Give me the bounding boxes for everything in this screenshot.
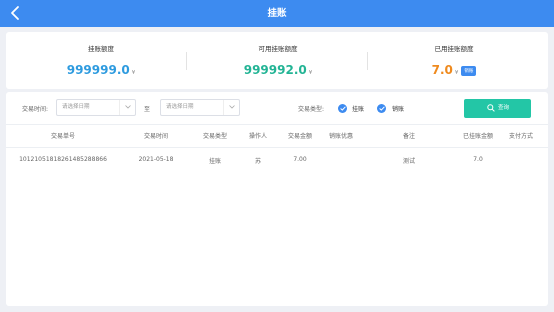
used-limit-label: 已用挂账额度 [434,45,474,53]
column-header: 已挂账金额 [462,133,494,140]
chevron-down-icon [125,105,131,109]
credit-limit-stat: 挂账额度 999999.0 ¥ [11,32,191,89]
check-icon [378,106,385,111]
divider [6,124,548,125]
type-checkbox-writeoff[interactable] [377,104,386,113]
query-label: 查询 [498,105,510,111]
trade-type-label: 交易类型: [298,106,325,113]
check-icon [339,106,346,111]
credit-limit-unit: ¥ [131,70,136,76]
available-limit-label: 可用挂账额度 [258,45,298,53]
records-panel: 交易时间: 请选择日期 至 请选择日期 交易类型: 挂账 销账 查询 交易单号 … [6,92,548,306]
column-header: 交易时间 [143,133,169,140]
credit-limit-value: 999999.0 [66,63,130,77]
end-date-placeholder: 请选择日期 [166,104,194,110]
to-label: 至 [144,106,151,113]
divider [6,147,548,148]
used-limit-value: 7.0 [431,63,453,77]
cell-order-no: 10121051818261485288866 [19,156,107,163]
type-checkbox-charge[interactable] [338,104,347,113]
column-header: 销账优惠 [328,133,354,140]
available-limit-value: 999992.0 [243,63,307,77]
cell-amount: 7.00 [293,156,307,163]
credit-limit-label: 挂账额度 [88,45,114,53]
query-button[interactable]: 查询 [464,99,531,118]
end-date-dropdown[interactable] [223,100,239,115]
summary-card: 挂账额度 999999.0 ¥ 可用挂账额度 999992.0 ¥ 已用挂账额度 7… [6,32,548,89]
column-header: 交易金额 [287,133,313,140]
top-bar: 挂账 [0,0,554,27]
divider [186,52,187,70]
start-date-dropdown[interactable] [119,100,135,115]
chevron-down-icon [229,105,235,109]
cell-operator: 苏 [254,158,262,165]
start-date-picker[interactable]: 请选择日期 [56,99,136,116]
used-limit-stat: 已用挂账额度 7.0 ¥ 销账 [364,32,544,89]
type-option-writeoff[interactable]: 销账 [392,104,404,113]
write-off-button[interactable]: 销账 [461,66,477,76]
available-limit-unit: ¥ [308,70,313,76]
column-header: 支付方式 [508,133,534,140]
column-header: 交易类型 [202,133,228,140]
search-icon [487,104,495,112]
cell-trade-time: 2021-05-18 [138,156,174,163]
page-title: 挂账 [267,8,287,19]
cell-trade-type: 挂账 [208,158,222,165]
column-header: 操作人 [248,133,268,140]
column-header: 备注 [402,133,416,140]
trade-time-label: 交易时间: [22,106,49,113]
column-header: 交易单号 [50,133,76,140]
type-option-charge[interactable]: 挂账 [352,104,364,113]
cell-charged-amount: 7.0 [473,156,483,163]
end-date-picker[interactable]: 请选择日期 [160,99,240,116]
start-date-placeholder: 请选择日期 [62,104,90,110]
used-limit-unit: ¥ [454,70,459,76]
cell-remark: 测试 [402,158,416,165]
available-limit-stat: 可用挂账额度 999992.0 ¥ [188,32,368,89]
